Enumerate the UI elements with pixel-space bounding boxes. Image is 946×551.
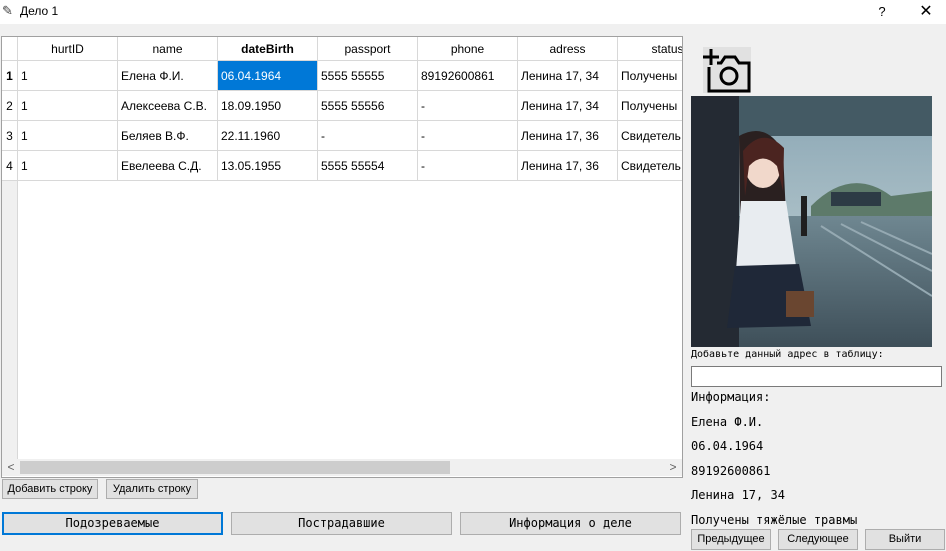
data-table[interactable]: hurtID name dateBirth passport phone adr… — [1, 36, 683, 478]
column-header-phone[interactable]: phone — [418, 37, 518, 61]
table-cell[interactable]: 18.09.1950 — [218, 91, 318, 121]
table-cell[interactable]: Евелеева С.Д. — [118, 151, 218, 181]
window-title: Дело 1 — [20, 4, 59, 18]
add-row-button[interactable]: Добавить строку — [2, 479, 98, 499]
row-header[interactable]: 1 — [2, 61, 18, 91]
table-cell[interactable]: Ленина 17, 34 — [518, 61, 618, 91]
table-cell[interactable]: 89192600861 — [418, 61, 518, 91]
table-cell[interactable]: 1 — [18, 91, 118, 121]
table-cell[interactable]: 1 — [18, 151, 118, 181]
table-cell[interactable]: 5555 55554 — [318, 151, 418, 181]
table-cell[interactable]: - — [418, 151, 518, 181]
table-cell[interactable]: Елена Ф.И. — [118, 61, 218, 91]
address-prompt-label: Добавьте данный адрес в таблицу: — [691, 349, 884, 360]
app-icon: ✎ — [2, 3, 13, 18]
table-cell[interactable]: Ленина 17, 36 — [518, 121, 618, 151]
next-button[interactable]: Следующее — [778, 529, 858, 550]
table-cell[interactable]: - — [418, 121, 518, 151]
victims-button[interactable]: Пострадавшие — [231, 512, 452, 535]
column-header-status[interactable]: status — [618, 37, 682, 61]
previous-button[interactable]: Предыдущее — [691, 529, 771, 550]
table-cell[interactable]: 1 — [18, 61, 118, 91]
column-header-passport[interactable]: passport — [318, 37, 418, 61]
info-status: Получены тяжёлые травмы — [691, 513, 858, 527]
add-photo-button[interactable] — [703, 47, 751, 93]
scroll-right-arrow-icon[interactable]: > — [666, 459, 680, 476]
person-photo — [691, 96, 932, 347]
info-phone: 89192600861 — [691, 464, 771, 478]
table-cell[interactable]: - — [418, 91, 518, 121]
table-cell[interactable]: 5555 55556 — [318, 91, 418, 121]
table-cell[interactable]: Получены — [618, 91, 682, 121]
camera-add-icon — [703, 49, 751, 93]
column-header-datebirth[interactable]: dateBirth — [218, 37, 318, 61]
table-cell[interactable]: Ленина 17, 34 — [518, 91, 618, 121]
info-birth-date: 06.04.1964 — [691, 439, 764, 453]
table-cell[interactable]: Свидетель — [618, 121, 682, 151]
table-cell[interactable]: Свидетель — [618, 151, 682, 181]
case-info-button[interactable]: Информация о деле — [460, 512, 681, 535]
info-name: Елена Ф.И. — [691, 415, 764, 429]
table-cell[interactable]: Алексеева С.В. — [118, 91, 218, 121]
scrollbar-thumb[interactable] — [20, 461, 450, 474]
row-header[interactable]: 3 — [2, 121, 18, 151]
row-header[interactable]: 4 — [2, 151, 18, 181]
table-cell[interactable]: Беляев В.Ф. — [118, 121, 218, 151]
column-header-name[interactable]: name — [118, 37, 218, 61]
address-input[interactable] — [691, 366, 942, 387]
corner-header[interactable] — [2, 37, 18, 61]
table-cell-selected[interactable]: 06.04.1964 — [218, 61, 318, 91]
help-button[interactable]: ? — [872, 2, 892, 22]
delete-row-button[interactable]: Удалить строку — [106, 479, 198, 499]
horizontal-scrollbar[interactable]: < > — [2, 459, 682, 476]
table-cell[interactable]: 1 — [18, 121, 118, 151]
table-cell[interactable]: Ленина 17, 36 — [518, 151, 618, 181]
row-header-strip — [2, 181, 18, 459]
column-header-hurtid[interactable]: hurtID — [18, 37, 118, 61]
table-header: hurtID name dateBirth passport phone adr… — [2, 37, 682, 61]
suspects-button[interactable]: Подозреваемые — [2, 512, 223, 535]
table-cell[interactable]: 5555 55555 — [318, 61, 418, 91]
row-header[interactable]: 2 — [2, 91, 18, 121]
scroll-left-arrow-icon[interactable]: < — [4, 459, 18, 476]
exit-button[interactable]: Выйти — [865, 529, 945, 550]
table-cell[interactable]: 22.11.1960 — [218, 121, 318, 151]
title-bar: ✎ Дело 1 ? ✕ — [0, 0, 946, 24]
table-cell[interactable]: Получены — [618, 61, 682, 91]
close-button[interactable]: ✕ — [914, 2, 938, 22]
table-cell[interactable]: 13.05.1955 — [218, 151, 318, 181]
column-header-adress[interactable]: adress — [518, 37, 618, 61]
info-heading: Информация: — [691, 390, 771, 404]
info-address: Ленина 17, 34 — [691, 488, 785, 502]
table-cell[interactable]: - — [318, 121, 418, 151]
